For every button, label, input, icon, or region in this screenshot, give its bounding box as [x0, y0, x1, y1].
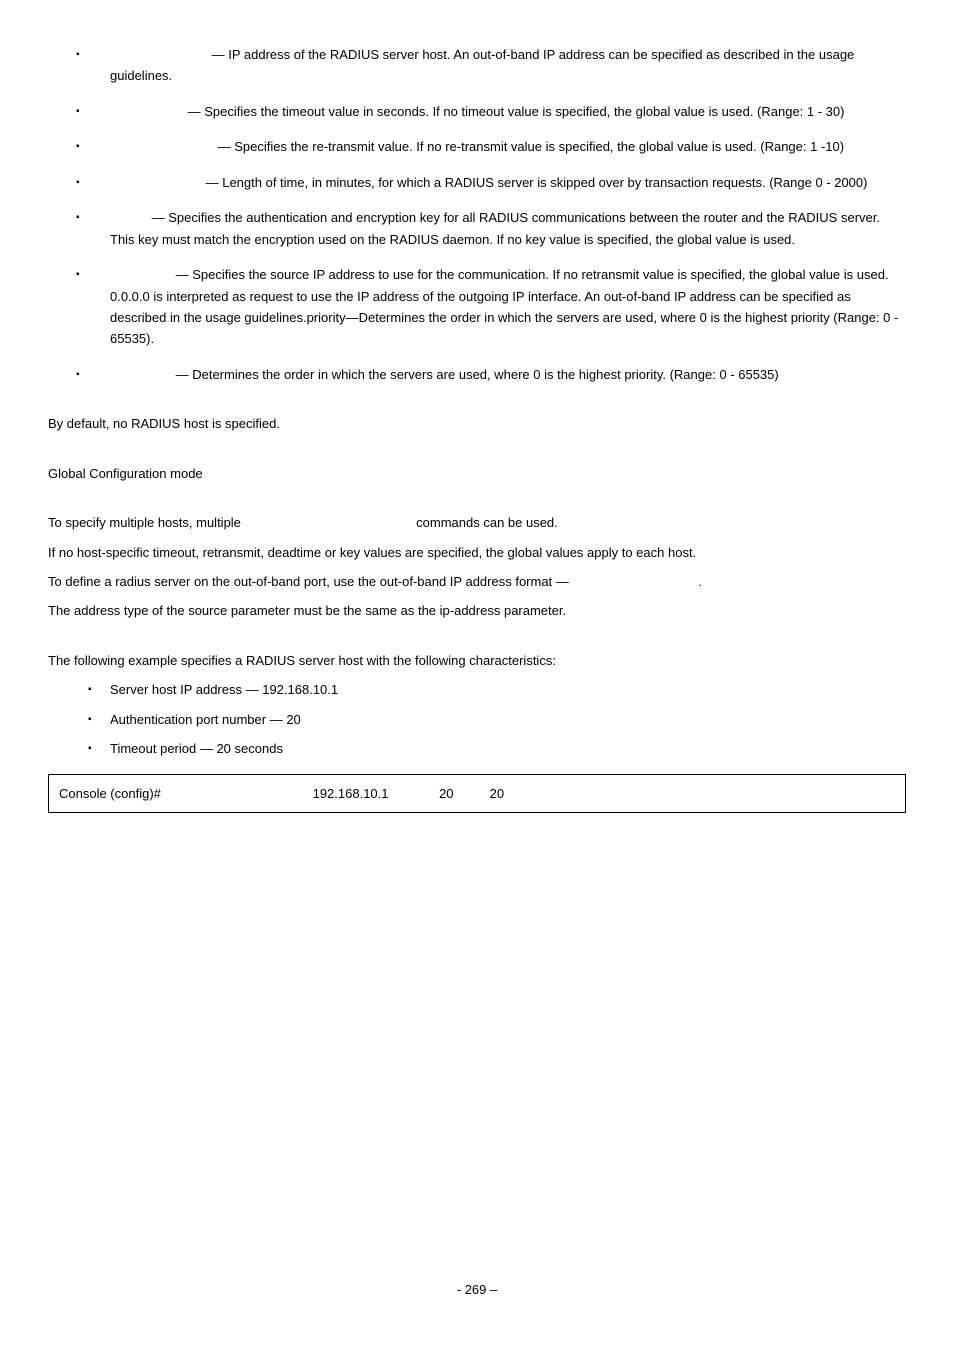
- example-bullet-2: Timeout period — 20 seconds: [48, 738, 906, 759]
- console-prompt: Console (config)#: [59, 786, 165, 801]
- console-example: Console (config)# 192.168.10.1 20 20: [48, 774, 906, 813]
- console-indent-3: [454, 786, 490, 801]
- example-intro: The following example specifies a RADIUS…: [48, 650, 906, 671]
- param-ip-address: — IP address of the RADIUS server host. …: [48, 44, 906, 87]
- user-guideline-3: To define a radius server on the out-of-…: [48, 571, 906, 592]
- console-ip: 192.168.10.1: [313, 786, 389, 801]
- param-timeout: — Specifies the timeout value in seconds…: [48, 101, 906, 122]
- user-guideline-4: The address type of the source parameter…: [48, 600, 906, 621]
- example-bullet-1: Authentication port number — 20: [48, 709, 906, 730]
- page-number: - 269 –: [48, 1279, 906, 1300]
- user-guideline-2: If no host-specific timeout, retransmit,…: [48, 542, 906, 563]
- param-source-text: — Specifies the source IP address to use…: [110, 267, 898, 346]
- console-port: 20: [439, 786, 453, 801]
- default-configuration: By default, no RADIUS host is specified.: [48, 413, 906, 434]
- user-guideline-1b: commands can be used.: [413, 515, 558, 530]
- param-timeout-text: — Specifies the timeout value in seconds…: [184, 104, 844, 119]
- param-priority: — Determines the order in which the serv…: [48, 364, 906, 385]
- parameter-list: — IP address of the RADIUS server host. …: [48, 44, 906, 385]
- param-deadtime-text: — Length of time, in minutes, for which …: [202, 175, 867, 190]
- user-guideline-1: To specify multiple hosts, multiple comm…: [48, 512, 906, 533]
- example-bullet-list: Server host IP address — 192.168.10.1 Aut…: [48, 679, 906, 759]
- console-timeout: 20: [490, 786, 504, 801]
- param-source: — Specifies the source IP address to use…: [48, 264, 906, 350]
- example-bullet-0: Server host IP address — 192.168.10.1: [48, 679, 906, 700]
- param-retransmit: — Specifies the re-transmit value. If no…: [48, 136, 906, 157]
- console-indent-1: [165, 786, 313, 801]
- param-key-text: — Specifies the authentication and encry…: [110, 210, 880, 246]
- param-retransmit-text: — Specifies the re-transmit value. If no…: [214, 139, 844, 154]
- param-deadtime: — Length of time, in minutes, for which …: [48, 172, 906, 193]
- param-ip-address-text: — IP address of the RADIUS server host. …: [110, 47, 854, 83]
- console-indent-2: [389, 786, 440, 801]
- command-mode: Global Configuration mode: [48, 463, 906, 484]
- user-guideline-3a: To define a radius server on the out-of-…: [48, 574, 572, 589]
- param-key: — Specifies the authentication and encry…: [48, 207, 906, 250]
- user-guideline-3b: .: [698, 574, 702, 589]
- param-priority-text: — Determines the order in which the serv…: [172, 367, 779, 382]
- user-guideline-1a: To specify multiple hosts, multiple: [48, 515, 245, 530]
